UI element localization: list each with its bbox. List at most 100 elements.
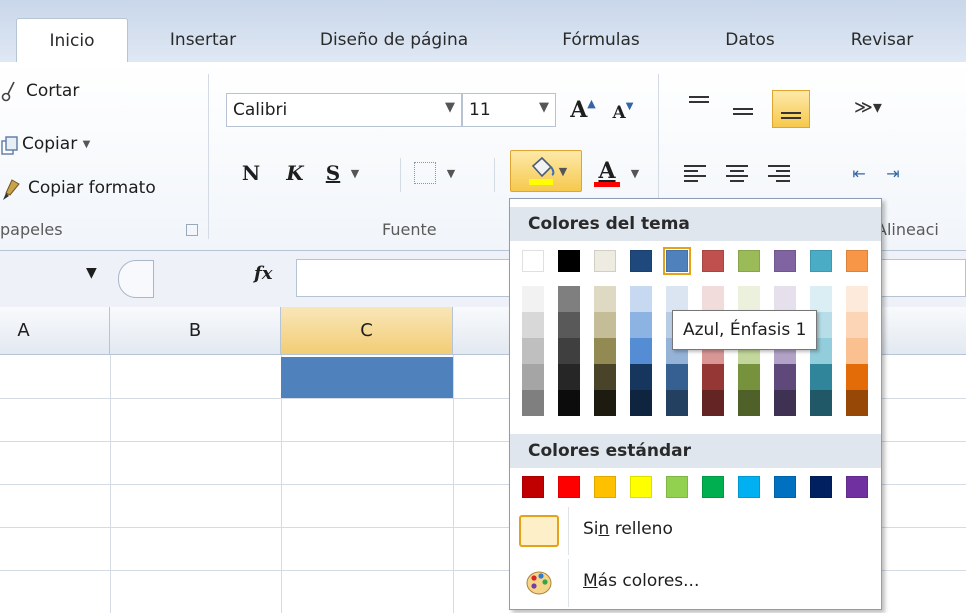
tab-revisar[interactable]: Revisar	[820, 18, 944, 62]
theme-shade-swatch[interactable]	[774, 364, 796, 390]
theme-shade-swatch[interactable]	[738, 390, 760, 416]
theme-color-swatch[interactable]	[738, 250, 760, 272]
theme-shade-swatch[interactable]	[630, 338, 652, 364]
theme-shade-swatch[interactable]	[846, 286, 868, 312]
align-bottom-icon[interactable]	[772, 90, 810, 128]
grow-font-icon[interactable]: A ▲	[566, 93, 600, 127]
italic-button[interactable]: K	[282, 158, 308, 188]
name-box-dropdown-icon[interactable]: ▼	[86, 265, 97, 281]
theme-color-swatch[interactable]	[663, 247, 691, 275]
theme-color-swatch[interactable]	[846, 250, 868, 272]
theme-shade-swatch[interactable]	[594, 390, 616, 416]
copy-button[interactable]: Copiar ▼	[22, 134, 90, 154]
theme-shade-swatch[interactable]	[846, 364, 868, 390]
theme-shade-swatch[interactable]	[594, 364, 616, 390]
theme-shade-swatch[interactable]	[594, 312, 616, 338]
tab-datos[interactable]: Datos	[692, 18, 808, 62]
standard-color-swatch[interactable]	[774, 476, 796, 498]
align-right-icon[interactable]	[764, 162, 790, 184]
underline-dropdown-arrow[interactable]: ▼	[348, 166, 362, 180]
theme-shade-swatch[interactable]	[522, 286, 544, 312]
theme-shade-swatch[interactable]	[630, 286, 652, 312]
standard-color-swatch[interactable]	[522, 476, 544, 498]
theme-shade-swatch[interactable]	[846, 390, 868, 416]
theme-shade-swatch[interactable]	[594, 338, 616, 364]
column-header-b[interactable]: B	[110, 307, 281, 355]
standard-color-swatch[interactable]	[666, 476, 688, 498]
theme-shade-swatch[interactable]	[630, 364, 652, 390]
theme-shade-swatch[interactable]	[774, 390, 796, 416]
theme-shade-swatch[interactable]	[810, 364, 832, 390]
format-painter-button[interactable]: Copiar formato	[28, 178, 156, 198]
insert-function-button[interactable]: fx	[254, 263, 272, 284]
theme-shade-swatch[interactable]	[846, 338, 868, 364]
decrease-indent-icon[interactable]: ⇤	[846, 162, 872, 184]
font-size-combo[interactable]: 11 ▼	[462, 93, 556, 127]
underline-button[interactable]: S	[320, 158, 346, 188]
theme-shade-swatch[interactable]	[558, 390, 580, 416]
standard-color-swatch[interactable]	[630, 476, 652, 498]
tab-insertar[interactable]: Insertar	[140, 18, 266, 62]
theme-shade-swatch[interactable]	[630, 390, 652, 416]
standard-color-swatch[interactable]	[810, 476, 832, 498]
theme-shade-swatch[interactable]	[738, 286, 760, 312]
theme-shade-swatch[interactable]	[522, 312, 544, 338]
theme-shade-swatch[interactable]	[774, 286, 796, 312]
theme-shade-swatch[interactable]	[630, 312, 652, 338]
theme-shade-swatch[interactable]	[666, 364, 688, 390]
clipboard-dialog-launcher-icon[interactable]	[186, 224, 198, 236]
fill-color-button[interactable]: ▼	[510, 150, 582, 192]
column-header-c[interactable]: C	[281, 307, 453, 355]
tab-inicio[interactable]: Inicio	[16, 18, 128, 63]
standard-color-swatch[interactable]	[738, 476, 760, 498]
align-center-icon[interactable]	[724, 162, 750, 184]
bold-button[interactable]: N	[238, 158, 264, 188]
theme-color-swatch[interactable]	[522, 250, 544, 272]
theme-shade-swatch[interactable]	[558, 286, 580, 312]
theme-shade-swatch[interactable]	[522, 390, 544, 416]
theme-shade-swatch[interactable]	[810, 286, 832, 312]
theme-shade-swatch[interactable]	[666, 390, 688, 416]
column-header-a[interactable]: A	[0, 307, 110, 355]
font-color-dropdown-arrow[interactable]: ▼	[628, 166, 642, 180]
font-name-combo[interactable]: Calibri ▼	[226, 93, 462, 127]
text-orientation-icon[interactable]: ≫▾	[848, 92, 888, 122]
align-middle-icon[interactable]	[730, 102, 756, 120]
theme-shade-swatch[interactable]	[522, 364, 544, 390]
tab-formulas[interactable]: Fórmulas	[523, 18, 679, 62]
theme-color-swatch[interactable]	[630, 250, 652, 272]
theme-color-swatch[interactable]	[594, 250, 616, 272]
no-fill-item[interactable]: Sin relleno	[510, 507, 881, 555]
theme-color-swatch[interactable]	[558, 250, 580, 272]
theme-shade-swatch[interactable]	[558, 312, 580, 338]
theme-shade-swatch[interactable]	[702, 286, 724, 312]
tab-diseno-de-pagina[interactable]: Diseño de página	[276, 18, 512, 62]
borders-icon[interactable]	[414, 162, 436, 184]
standard-color-swatch[interactable]	[558, 476, 580, 498]
theme-color-swatch[interactable]	[702, 250, 724, 272]
theme-color-swatch[interactable]	[810, 250, 832, 272]
theme-shade-swatch[interactable]	[594, 286, 616, 312]
theme-color-swatch[interactable]	[774, 250, 796, 272]
standard-color-swatch[interactable]	[846, 476, 868, 498]
theme-shade-swatch[interactable]	[666, 286, 688, 312]
chevron-down-icon[interactable]: ▼	[445, 100, 455, 115]
theme-shade-swatch[interactable]	[558, 364, 580, 390]
align-left-icon[interactable]	[684, 162, 710, 184]
theme-shade-swatch[interactable]	[702, 364, 724, 390]
selected-cell-c1[interactable]	[281, 357, 453, 398]
theme-shade-swatch[interactable]	[522, 338, 544, 364]
more-colors-item[interactable]: Más colores...	[510, 559, 881, 607]
standard-color-swatch[interactable]	[702, 476, 724, 498]
align-top-icon[interactable]	[686, 90, 712, 108]
standard-color-swatch[interactable]	[594, 476, 616, 498]
increase-indent-icon[interactable]: ⇥	[880, 162, 906, 184]
formula-bar-handle[interactable]	[118, 260, 154, 298]
chevron-down-icon[interactable]: ▼	[539, 100, 549, 115]
theme-shade-swatch[interactable]	[738, 364, 760, 390]
theme-shade-swatch[interactable]	[702, 390, 724, 416]
shrink-font-icon[interactable]: A ▼	[606, 96, 640, 130]
font-color-button[interactable]: A	[590, 154, 624, 190]
cut-button[interactable]: Cortar	[26, 81, 79, 101]
borders-dropdown-arrow[interactable]: ▼	[444, 166, 458, 180]
